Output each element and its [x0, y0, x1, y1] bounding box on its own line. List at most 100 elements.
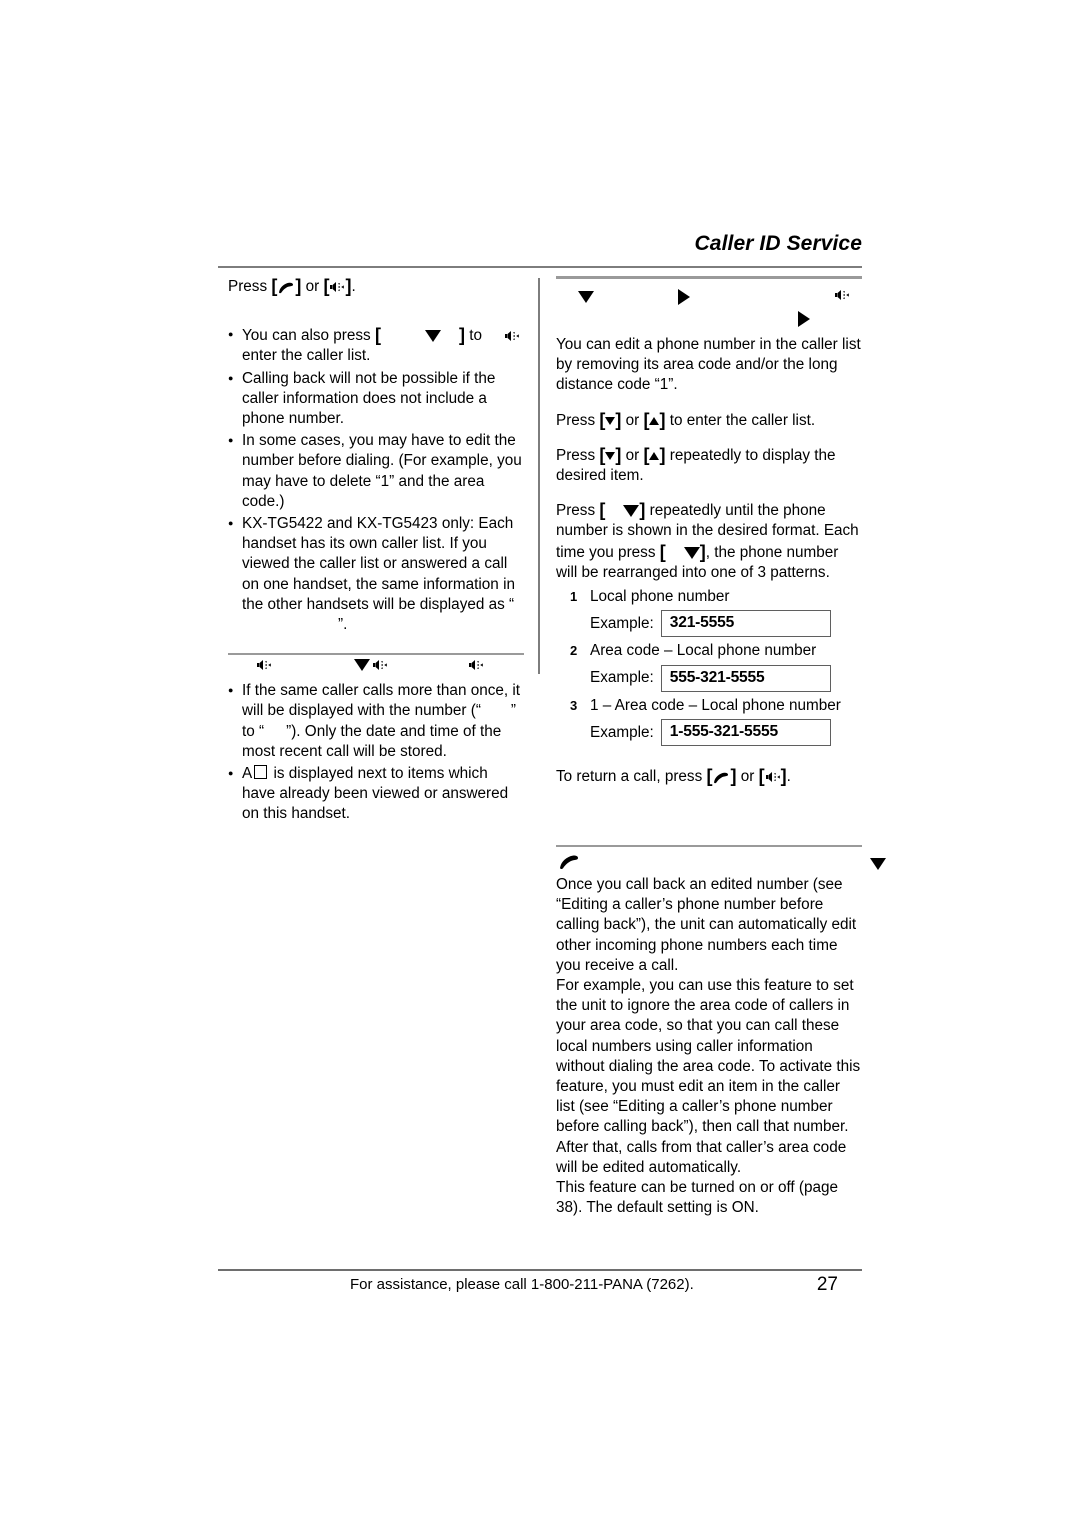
- page-number: 27: [816, 1274, 838, 1295]
- pattern-item: 3 1 – Area code – Local phone number: [556, 696, 862, 716]
- footer-divider: [218, 1269, 862, 1271]
- press-label: Press: [228, 278, 268, 295]
- speaker-icon: [468, 655, 484, 675]
- key-caller-list: []: [374, 325, 465, 346]
- handset-icon: [556, 851, 582, 871]
- pattern-label: Local phone number: [590, 588, 730, 606]
- empty-box-icon: [254, 765, 268, 780]
- right-triangle-icon: [798, 309, 810, 329]
- press-period: .: [351, 278, 356, 295]
- speaker-icon: [505, 331, 520, 342]
- bullet-own-caller-list-text: KX-TG5422 and KX-TG5423 only: Each hands…: [242, 515, 515, 613]
- step1-suffix: to enter the caller list.: [669, 411, 816, 429]
- right-triangle-icon: [678, 287, 690, 307]
- speaker-icon: [372, 655, 388, 675]
- bottom-block-icon-row: [556, 847, 862, 875]
- example-value-box: 1-555-321-5555: [660, 719, 831, 747]
- step2-suffix: repeatedly to display the desired item.: [556, 446, 836, 485]
- bottom-paragraph-3: This feature can be turned on or off (pa…: [556, 1179, 839, 1217]
- handset-icon: [279, 282, 294, 294]
- step2-prefix: Press: [556, 446, 596, 464]
- left-bullet-list: You can also press [] to enter the calle…: [228, 324, 524, 635]
- speaker-icon: [256, 655, 272, 675]
- step-format-number: Press [] repeatedly until the phone numb…: [556, 500, 862, 583]
- key-handset: []: [706, 766, 737, 787]
- key-up: []: [643, 409, 666, 430]
- return-call-prefix: To return a call, press: [556, 768, 703, 786]
- example-row: Example: 321-5555: [590, 610, 862, 638]
- key-down: []: [599, 409, 622, 430]
- key-speaker: []: [323, 276, 352, 296]
- example-row: Example: 555-321-5555: [590, 664, 862, 692]
- left-bullet-list-2: If the same caller calls more than once,…: [228, 680, 524, 825]
- pattern-item: 2 Area code – Local phone number: [556, 641, 862, 661]
- step3-prefix: Press: [556, 502, 596, 520]
- pattern-label: Area code – Local phone number: [590, 642, 817, 660]
- example-row: Example: 1-555-321-5555: [590, 719, 862, 747]
- pattern-number: 2: [570, 643, 578, 659]
- bullet-viewed-marker: A is displayed next to items which have …: [228, 763, 524, 825]
- outer-down-triangle-icon: [870, 855, 886, 873]
- right-section-icon-row: [556, 283, 862, 335]
- speaker-icon: [834, 285, 850, 305]
- manual-page: Caller ID Service Press [] or []. You ca…: [0, 0, 1080, 1528]
- down-triangle-icon: [424, 330, 441, 343]
- return-call-or: or: [740, 768, 755, 786]
- right-section-divider: [556, 276, 862, 279]
- bottom-paragraph-2: For example, you can use this feature to…: [556, 977, 861, 1176]
- handset-icon: [714, 772, 729, 784]
- left-column: Press [] or []. You can also press [] to…: [228, 276, 524, 827]
- step2-middle: or: [625, 446, 640, 464]
- return-call-instruction: To return a call, press [] or [].: [556, 766, 862, 787]
- example-value-box: 555-321-5555: [660, 664, 831, 692]
- bullet-also-press: You can also press [] to enter the calle…: [228, 324, 524, 366]
- press-instruction: Press [] or [].: [228, 276, 524, 297]
- column-divider: [538, 278, 540, 674]
- bullet-own-caller-list-end: ”.: [338, 616, 348, 634]
- pattern-number: 1: [570, 589, 578, 605]
- key-soft-down: []: [659, 541, 706, 562]
- example-label: Example:: [590, 614, 654, 632]
- bottom-paragraph-1: Once you call back an edited number (see…: [556, 876, 857, 974]
- right-column: You can edit a phone number in the calle…: [556, 276, 862, 787]
- key-handset: []: [271, 276, 302, 296]
- key-speaker: []: [758, 766, 787, 787]
- bullet-own-caller-list: KX-TG5422 and KX-TG5423 only: Each hands…: [228, 513, 524, 635]
- page-title: Caller ID Service: [694, 232, 862, 255]
- press-or-label: or: [305, 278, 320, 295]
- pattern-number: 3: [570, 697, 578, 713]
- speaker-icon: [765, 772, 780, 783]
- example-label: Example:: [590, 669, 654, 687]
- step-display-item: Press [] or [] repeatedly to display the…: [556, 445, 862, 486]
- bullet-same-caller-part1: If the same caller calls more than once,…: [242, 682, 521, 720]
- down-triangle-icon: [354, 655, 370, 675]
- bullet-also-press-line2: enter the caller list.: [242, 347, 371, 365]
- example-label: Example:: [590, 723, 654, 741]
- example-value-box: 321-5555: [660, 610, 831, 638]
- speaker-icon: [330, 281, 345, 292]
- key-down: []: [599, 444, 622, 465]
- bullet-calling-back: Calling back will not be possible if the…: [228, 368, 524, 430]
- down-triangle-icon: [578, 287, 594, 307]
- bullet-also-press-text-after: to: [469, 327, 482, 345]
- step1-prefix: Press: [556, 411, 596, 429]
- bottom-block: Once you call back an edited number (see…: [556, 845, 862, 1218]
- header-divider: [218, 266, 862, 268]
- pattern-item: 1 Local phone number: [556, 587, 862, 607]
- bullet-viewed-marker-part2: is displayed next to items which have al…: [242, 765, 509, 823]
- return-call-period: .: [786, 768, 791, 786]
- assistance-text: For assistance, please call 1-800-211-PA…: [350, 1276, 694, 1293]
- bullet-edit-number: In some cases, you may have to edit the …: [228, 430, 524, 512]
- step-enter-caller-list: Press [] or [] to enter the caller list.: [556, 410, 862, 431]
- bullet-viewed-marker-part1: A: [242, 765, 253, 783]
- bullet-same-caller-part3: ”). Only the date and time of the most r…: [242, 722, 502, 760]
- left-section-icon-row: [228, 655, 524, 681]
- pattern-label: 1 – Area code – Local phone number: [590, 696, 841, 714]
- key-up: []: [643, 444, 666, 465]
- step1-middle: or: [625, 411, 640, 429]
- bullet-also-press-text-before: You can also press: [242, 327, 371, 345]
- page-header: Caller ID Service: [218, 232, 862, 256]
- bullet-same-caller: If the same caller calls more than once,…: [228, 680, 524, 762]
- key-soft-down: []: [599, 500, 646, 521]
- right-intro-paragraph: You can edit a phone number in the calle…: [556, 336, 861, 394]
